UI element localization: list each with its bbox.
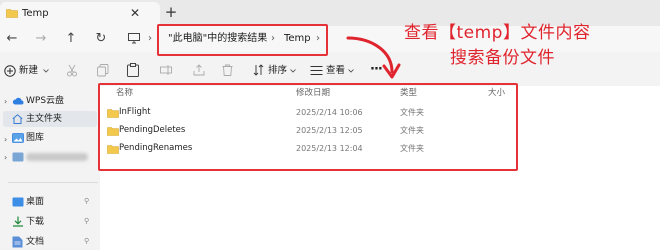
annotation-arrow-icon [346,36,401,79]
breadcrumb-separator: › [148,33,152,44]
chevron-right-icon[interactable]: › [4,153,7,162]
sidebar-item-label: 主文件夹 [26,114,63,124]
sidebar-item-desktop[interactable]: 桌面 ⚲ [12,195,97,209]
sidebar-item-downloads[interactable]: 下载 ⚲ [12,215,97,229]
blurred-user-icon [12,152,24,162]
gallery-icon [12,133,24,143]
sort-button[interactable]: 排序 [268,65,287,77]
sidebar-item-label: WPS云盘 [26,96,65,106]
pin-icon[interactable]: ⚲ [84,237,89,245]
sidebar-item-wps-cloud[interactable]: WPS云盘 [12,94,97,108]
new-button[interactable]: 新建 [19,65,38,77]
share-icon[interactable] [193,64,205,76]
tab-title: Temp [22,8,49,19]
sidebar-item-documents[interactable]: 文档 ⚲ [12,235,97,249]
annotation-line-2: 搜索备份文件 [450,48,555,68]
sidebar-item-gallery[interactable]: 图库 [12,131,97,145]
sort-icon[interactable] [253,64,264,76]
chevron-right-icon[interactable]: › [4,97,7,106]
address-highlight-box [157,24,328,56]
forward-icon[interactable]: → [33,31,49,47]
tab-temp[interactable]: Temp ✕ [0,2,160,26]
chevron-down-icon[interactable] [43,69,49,73]
chevron-down-icon[interactable] [290,69,296,73]
refresh-icon[interactable]: ↻ [93,31,109,47]
sidebar-item-label: 文档 [26,237,45,247]
up-icon[interactable]: ↑ [63,31,79,47]
chevron-right-icon[interactable]: › [4,135,7,144]
back-icon[interactable]: ← [4,31,20,47]
cloud-icon [12,96,24,105]
new-tab-button[interactable]: + [164,5,178,20]
sidebar-item-home[interactable]: 主文件夹 [3,111,97,127]
rename-icon[interactable] [160,64,172,76]
plus-circle-icon[interactable] [4,65,16,77]
desktop-icon [12,197,24,207]
monitor-icon[interactable] [128,33,140,44]
copy-icon[interactable] [97,64,109,77]
pin-icon[interactable]: ⚲ [84,197,89,205]
document-icon [12,236,23,248]
download-icon [12,216,24,227]
file-list-highlight-box [98,83,518,171]
sidebar-divider [8,182,98,183]
sidebar-item-label: 桌面 [26,197,45,207]
blurred-label [26,153,88,161]
sidebar-item-blurred-user[interactable] [12,150,97,164]
sidebar-item-label: 图库 [26,133,45,143]
view-icon[interactable] [310,65,323,76]
folder-icon [6,8,18,18]
paste-icon[interactable] [127,63,139,77]
delete-icon[interactable] [222,64,233,76]
close-icon[interactable]: ✕ [128,6,142,20]
pin-icon[interactable]: ⚲ [84,217,89,225]
sidebar-item-label: 下载 [26,217,45,227]
annotation-line-1: 查看【temp】文件内容 [404,23,591,43]
cut-icon[interactable] [66,64,78,77]
home-icon [12,114,23,124]
